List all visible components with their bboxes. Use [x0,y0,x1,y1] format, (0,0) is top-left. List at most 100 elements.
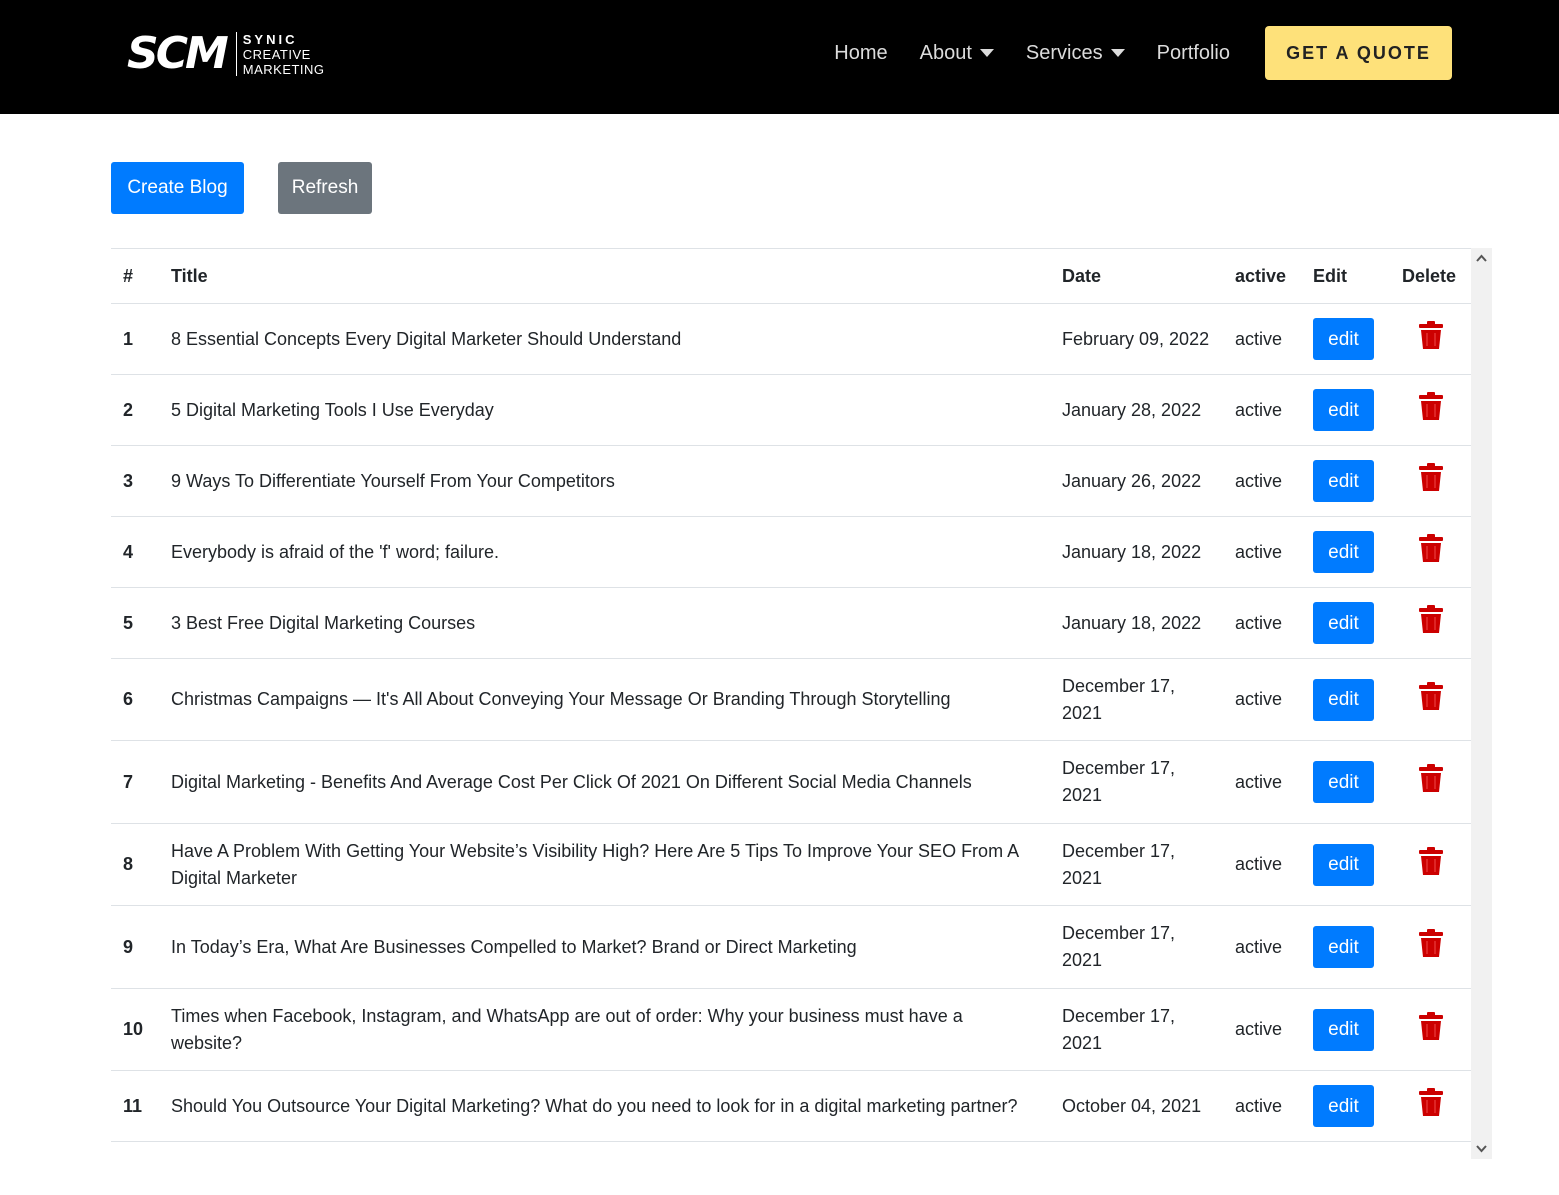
trash-icon[interactable] [1418,1011,1459,1049]
row-delete-cell [1390,658,1471,741]
logo[interactable]: SCM SYNIC CREATIVE MARKETING [127,30,325,78]
logo-line-1: SYNIC [242,31,298,47]
blog-table: # Title Date active Edit Delete 18 Essen… [111,248,1471,1142]
row-status: active [1223,740,1301,824]
edit-button[interactable]: edit [1313,602,1374,644]
header-edit: Edit [1301,248,1390,304]
row-date: January 26, 2022 [1050,445,1223,517]
table-row: 39 Ways To Differentiate Yourself From Y… [111,445,1471,517]
row-date: January 18, 2022 [1050,516,1223,588]
table-row: 6 Christmas Campaigns — It's All About Co… [111,658,1471,741]
nav-about[interactable]: About [920,42,994,65]
row-status: active [1223,587,1301,659]
edit-button[interactable]: edit [1313,1085,1374,1127]
caret-down-icon [1110,49,1125,57]
chevron-down-icon[interactable] [1475,1142,1488,1155]
header-date: Date [1050,248,1223,304]
trash-icon[interactable] [1418,604,1459,642]
row-status: active [1223,303,1301,375]
row-date: December 17, 2021 [1050,823,1223,906]
trash-icon[interactable] [1418,928,1459,966]
row-date: October 04, 2021 [1050,1070,1223,1142]
nav-services-label: Services [1025,41,1103,64]
edit-button[interactable]: edit [1313,1008,1374,1051]
get-a-quote-button[interactable]: GET A QUOTE [1265,26,1452,80]
trash-icon[interactable] [1418,763,1459,801]
row-title: 9 Ways To Differentiate Yourself From Yo… [159,445,1050,517]
row-edit-cell: edit [1301,516,1390,588]
create-blog-button[interactable]: Create Blog [111,162,244,214]
edit-button[interactable]: edit [1313,460,1374,502]
row-title: Have A Problem With Getting Your Website… [159,823,1050,906]
header-num: # [111,248,159,304]
trash-icon[interactable] [1418,846,1459,884]
row-status: active [1223,988,1301,1071]
trash-icon[interactable] [1418,681,1459,719]
row-number: 6 [111,658,159,741]
table-row: 9 In Today’s Era, What Are Businesses Com… [111,905,1471,989]
row-edit-cell: edit [1301,740,1390,824]
chevron-up-icon[interactable] [1475,252,1488,265]
nav-services[interactable]: Services [1026,42,1125,65]
row-status: active [1223,374,1301,446]
row-edit-cell: edit [1301,988,1390,1071]
row-title: 8 Essential Concepts Every Digital Marke… [159,303,1050,375]
row-delete-cell [1390,374,1471,446]
row-title: Should You Outsource Your Digital Market… [159,1070,1050,1142]
row-number: 11 [111,1070,159,1142]
row-date: December 17, 2021 [1050,988,1223,1071]
trash-icon[interactable] [1418,462,1459,500]
row-number: 2 [111,374,159,446]
table-row: 11 Should You Outsource Your Digital Mark… [111,1070,1471,1142]
row-edit-cell: edit [1301,823,1390,906]
row-date: December 17, 2021 [1050,905,1223,989]
trash-icon[interactable] [1418,1087,1459,1125]
edit-button[interactable]: edit [1313,843,1374,886]
trash-icon[interactable] [1418,533,1459,571]
nav-home[interactable]: Home [834,42,887,65]
header-delete: Delete [1390,248,1471,304]
row-delete-cell [1390,516,1471,588]
table-row: 25 Digital Marketing Tools I Use Everyda… [111,374,1471,446]
edit-button[interactable]: edit [1313,318,1374,360]
row-title: 3 Best Free Digital Marketing Courses [159,587,1050,659]
row-delete-cell [1390,823,1471,906]
edit-button[interactable]: edit [1313,531,1374,573]
row-title: Times when Facebook, Instagram, and What… [159,988,1050,1071]
table-scrollbar[interactable] [1471,248,1492,1159]
row-delete-cell [1390,905,1471,989]
logo-line-2: CREATIVE [242,46,311,62]
trash-icon[interactable] [1418,391,1459,429]
row-number: 3 [111,445,159,517]
row-edit-cell: edit [1301,905,1390,989]
row-date: January 18, 2022 [1050,587,1223,659]
row-date: January 28, 2022 [1050,374,1223,446]
row-title: In Today’s Era, What Are Businesses Comp… [159,905,1050,989]
logo-text: SYNIC CREATIVE MARKETING [243,32,325,77]
nav-about-label: About [919,41,972,64]
edit-button[interactable]: edit [1313,761,1374,803]
trash-icon[interactable] [1418,320,1459,358]
refresh-button[interactable]: Refresh [278,162,372,214]
edit-button[interactable]: edit [1313,389,1374,431]
row-date: December 17, 2021 [1050,658,1223,741]
nav-home-label: Home [834,41,888,64]
edit-button[interactable]: edit [1313,926,1374,968]
nav-portfolio[interactable]: Portfolio [1157,42,1230,65]
row-status: active [1223,445,1301,517]
row-delete-cell [1390,740,1471,824]
row-title: Christmas Campaigns — It's All About Con… [159,658,1050,741]
row-number: 7 [111,740,159,824]
nav-portfolio-label: Portfolio [1156,41,1230,64]
row-delete-cell [1390,303,1471,375]
row-date: February 09, 2022 [1050,303,1223,375]
row-number: 4 [111,516,159,588]
table-row: 4 Everybody is afraid of the 'f' word; fa… [111,516,1471,588]
logo-divider [235,32,237,76]
row-delete-cell [1390,445,1471,517]
table-row: 7 Digital Marketing - Benefits And Averag… [111,740,1471,824]
row-number: 1 [111,303,159,375]
edit-button[interactable]: edit [1313,678,1374,721]
blog-table-container[interactable]: # Title Date active Edit Delete 18 Essen… [111,248,1492,1159]
row-title: 5 Digital Marketing Tools I Use Everyday [159,374,1050,446]
